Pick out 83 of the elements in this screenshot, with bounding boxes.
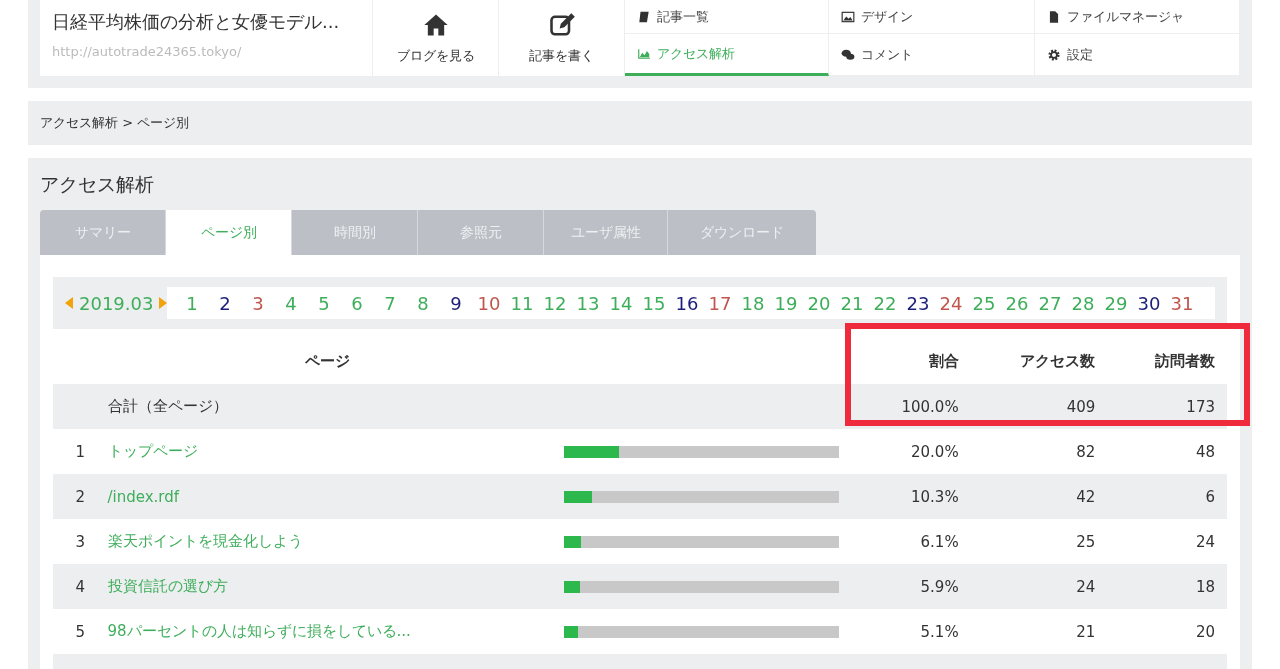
menu-item[interactable]: アクセス解析 — [625, 34, 829, 76]
day-link[interactable]: 1 — [175, 292, 209, 314]
rank-cell: 3 — [53, 519, 108, 564]
menu-item[interactable]: 設定 — [1035, 34, 1240, 76]
day-link[interactable]: 10 — [472, 292, 506, 314]
menu-item[interactable]: ファイルマネージャ — [1035, 0, 1240, 34]
day-link[interactable]: 13 — [571, 292, 605, 314]
table-cell: 合計（全ページ） — [107, 384, 548, 429]
day-link[interactable]: 28 — [1066, 292, 1100, 314]
day-link[interactable]: 6 — [340, 292, 374, 314]
panel-title: アクセス解析 — [40, 172, 155, 197]
day-link[interactable]: 19 — [769, 292, 803, 314]
page-link[interactable]: 投資信託の選び方 — [107, 577, 228, 595]
table-cell: 48 — [1107, 429, 1227, 474]
day-link[interactable]: 16 — [670, 292, 704, 314]
page-link[interactable]: /index.rdf — [107, 487, 180, 506]
day-link[interactable]: 4 — [274, 292, 308, 314]
column-header: ページ — [107, 339, 548, 384]
day-link[interactable]: 23 — [901, 292, 935, 314]
day-link[interactable]: 12 — [538, 292, 572, 314]
day-link[interactable]: 31 — [1165, 292, 1199, 314]
column-header: アクセス数 — [970, 339, 1108, 384]
previous-month-icon[interactable] — [65, 297, 73, 309]
page-link[interactable]: トップページ — [107, 442, 198, 460]
rank-cell: 1 — [53, 429, 108, 474]
table-cell: 20.0% — [851, 429, 971, 474]
day-link[interactable]: 25 — [967, 292, 1001, 314]
table-cell: 24 — [1107, 519, 1227, 564]
page-link[interactable]: 98パーセントの人は知らずに損をしている... — [107, 622, 411, 640]
table-cell: 5.1% — [851, 609, 971, 654]
table-cell: 6.1% — [851, 519, 971, 564]
table-cell: 5.9% — [851, 564, 971, 609]
menu-item[interactable]: デザイン — [829, 0, 1035, 34]
column-header: 訪問者数 — [1107, 339, 1227, 384]
day-link[interactable]: 9 — [439, 292, 473, 314]
month-label: 2019.03 — [79, 292, 154, 314]
blog-title[interactable]: 日経平均株価の分析と女優モデル... — [52, 10, 360, 34]
page-link[interactable]: 楽天ポイントを現金化しよう — [107, 532, 303, 550]
day-link[interactable]: 30 — [1132, 292, 1166, 314]
table-cell: 24 — [970, 564, 1108, 609]
table-cell: 25 — [970, 519, 1108, 564]
breadcrumb: アクセス解析 > ページ別 — [40, 114, 190, 132]
day-link[interactable]: 8 — [406, 292, 440, 314]
day-link[interactable]: 24 — [934, 292, 968, 314]
table-cell: 173 — [1107, 384, 1227, 429]
day-link[interactable]: 21 — [835, 292, 869, 314]
table-cell: 100.0% — [851, 384, 971, 429]
chat-icon — [841, 47, 855, 62]
column-header: 割合 — [851, 339, 971, 384]
gear-icon — [1047, 47, 1061, 62]
book-icon — [637, 9, 651, 24]
day-link[interactable]: 11 — [505, 292, 539, 314]
table-cell: 42 — [970, 474, 1108, 519]
day-link[interactable]: 27 — [1033, 292, 1067, 314]
table-cell: 6 — [1107, 474, 1227, 519]
tab[interactable]: ページ別 — [166, 210, 292, 255]
blog-url[interactable]: http://autotrade24365.tokyo/ — [52, 44, 360, 59]
day-link[interactable]: 2 — [208, 292, 242, 314]
day-link[interactable]: 17 — [703, 292, 737, 314]
day-link[interactable]: 29 — [1099, 292, 1133, 314]
file-icon — [1047, 9, 1061, 24]
table-cell: 21 — [970, 609, 1108, 654]
table-cell: 10.3% — [851, 474, 971, 519]
rank-cell: 4 — [53, 564, 108, 609]
table-cell: 20 — [1107, 609, 1227, 654]
day-link[interactable]: 5 — [307, 292, 341, 314]
day-link[interactable]: 14 — [604, 292, 638, 314]
rank-cell: 2 — [53, 474, 108, 519]
menu-item[interactable]: コメント — [829, 34, 1035, 76]
day-link[interactable]: 26 — [1000, 292, 1034, 314]
menu-item[interactable]: 記事一覧 — [625, 0, 829, 34]
chart-icon — [637, 46, 651, 61]
day-link[interactable]: 3 — [241, 292, 275, 314]
table-cell: 409 — [970, 384, 1108, 429]
table-cell: 18 — [1107, 564, 1227, 609]
table-cell: 82 — [970, 429, 1108, 474]
day-link[interactable]: 15 — [637, 292, 671, 314]
day-link[interactable]: 18 — [736, 292, 770, 314]
day-link[interactable]: 7 — [373, 292, 407, 314]
rank-cell: 5 — [53, 609, 108, 654]
image-icon — [841, 9, 855, 24]
day-link[interactable]: 20 — [802, 292, 836, 314]
day-link[interactable]: 22 — [868, 292, 902, 314]
